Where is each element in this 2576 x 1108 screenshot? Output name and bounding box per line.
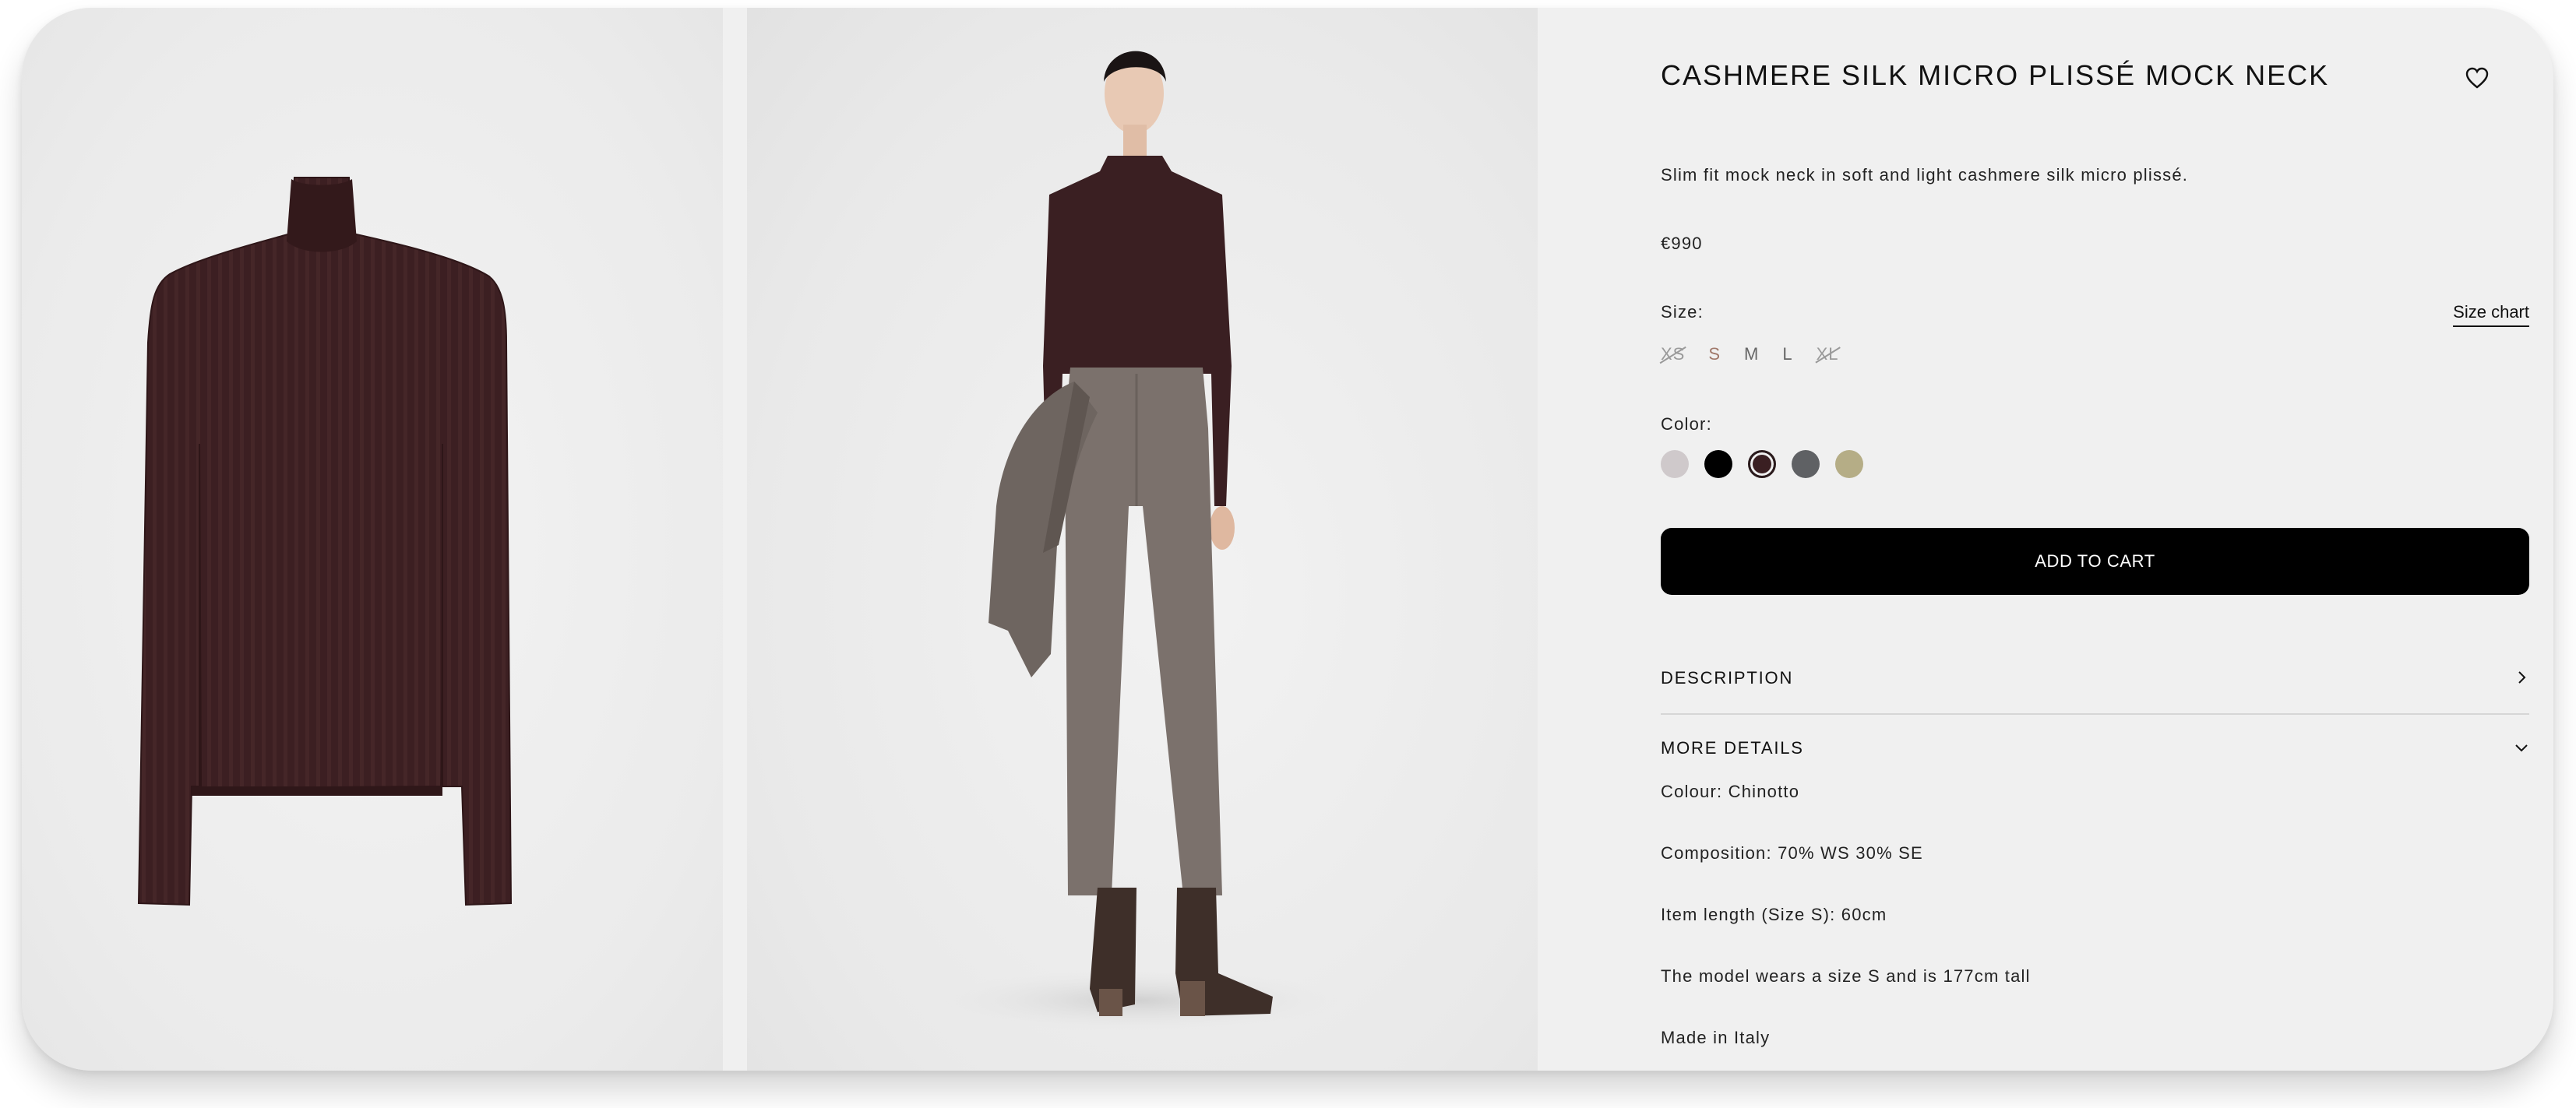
color-swatch[interactable] [1704, 450, 1732, 478]
product-description: Slim fit mock neck in soft and light cas… [1661, 165, 2189, 185]
product-price: €990 [1661, 234, 1703, 253]
accordion-more-details-label: MORE DETAILS [1661, 738, 1804, 758]
product-model-image[interactable] [747, 8, 1538, 1071]
chevron-down-icon [2514, 740, 2529, 755]
more-details-content: Colour: Chinotto Composition: 70% WS 30%… [1661, 782, 2031, 1071]
detail-colour: Colour: Chinotto [1661, 782, 1800, 801]
product-info-panel: CASHMERE SILK MICRO PLISSÉ MOCK NECK Sli… [1661, 8, 2529, 1071]
product-title: CASHMERE SILK MICRO PLISSÉ MOCK NECK [1661, 59, 2330, 91]
size-option-xs: XS [1661, 344, 1686, 364]
product-card: CASHMERE SILK MICRO PLISSÉ MOCK NECK Sli… [22, 8, 2553, 1071]
accordion-description[interactable]: DESCRIPTION [1661, 668, 2529, 715]
color-swatch[interactable] [1792, 450, 1820, 478]
color-swatch-selected[interactable] [1748, 450, 1776, 478]
size-option-m[interactable]: M [1744, 344, 1759, 364]
detail-origin: Made in Italy [1661, 1028, 1771, 1047]
size-option-xl: XL [1816, 344, 1839, 364]
detail-composition: Composition: 70% WS 30% SE [1661, 843, 1923, 863]
model-illustration [934, 51, 1339, 1032]
product-flat-image[interactable] [22, 8, 723, 1071]
detail-item-length: Item length (Size S): 60cm [1661, 905, 1887, 924]
size-option-l[interactable]: L [1782, 344, 1792, 364]
accordion-description-label: DESCRIPTION [1661, 668, 1794, 688]
accordion-more-details[interactable]: MORE DETAILS [1661, 738, 2529, 758]
size-options: XS S M L XL [1661, 344, 1862, 364]
heart-icon[interactable] [2465, 67, 2489, 89]
detail-model-size: The model wears a size S and is 177cm ta… [1661, 966, 2031, 986]
size-chart-link[interactable]: Size chart [2453, 302, 2529, 327]
color-label: Color: [1661, 414, 1712, 434]
size-label: Size: [1661, 302, 1704, 322]
color-swatch[interactable] [1661, 450, 1689, 478]
color-swatch[interactable] [1835, 450, 1863, 478]
sweater-illustration [137, 177, 513, 906]
size-option-s[interactable]: S [1708, 344, 1721, 364]
chevron-right-icon [2514, 670, 2529, 685]
color-swatches [1661, 450, 1879, 478]
add-to-cart-button[interactable]: ADD TO CART [1661, 528, 2529, 595]
